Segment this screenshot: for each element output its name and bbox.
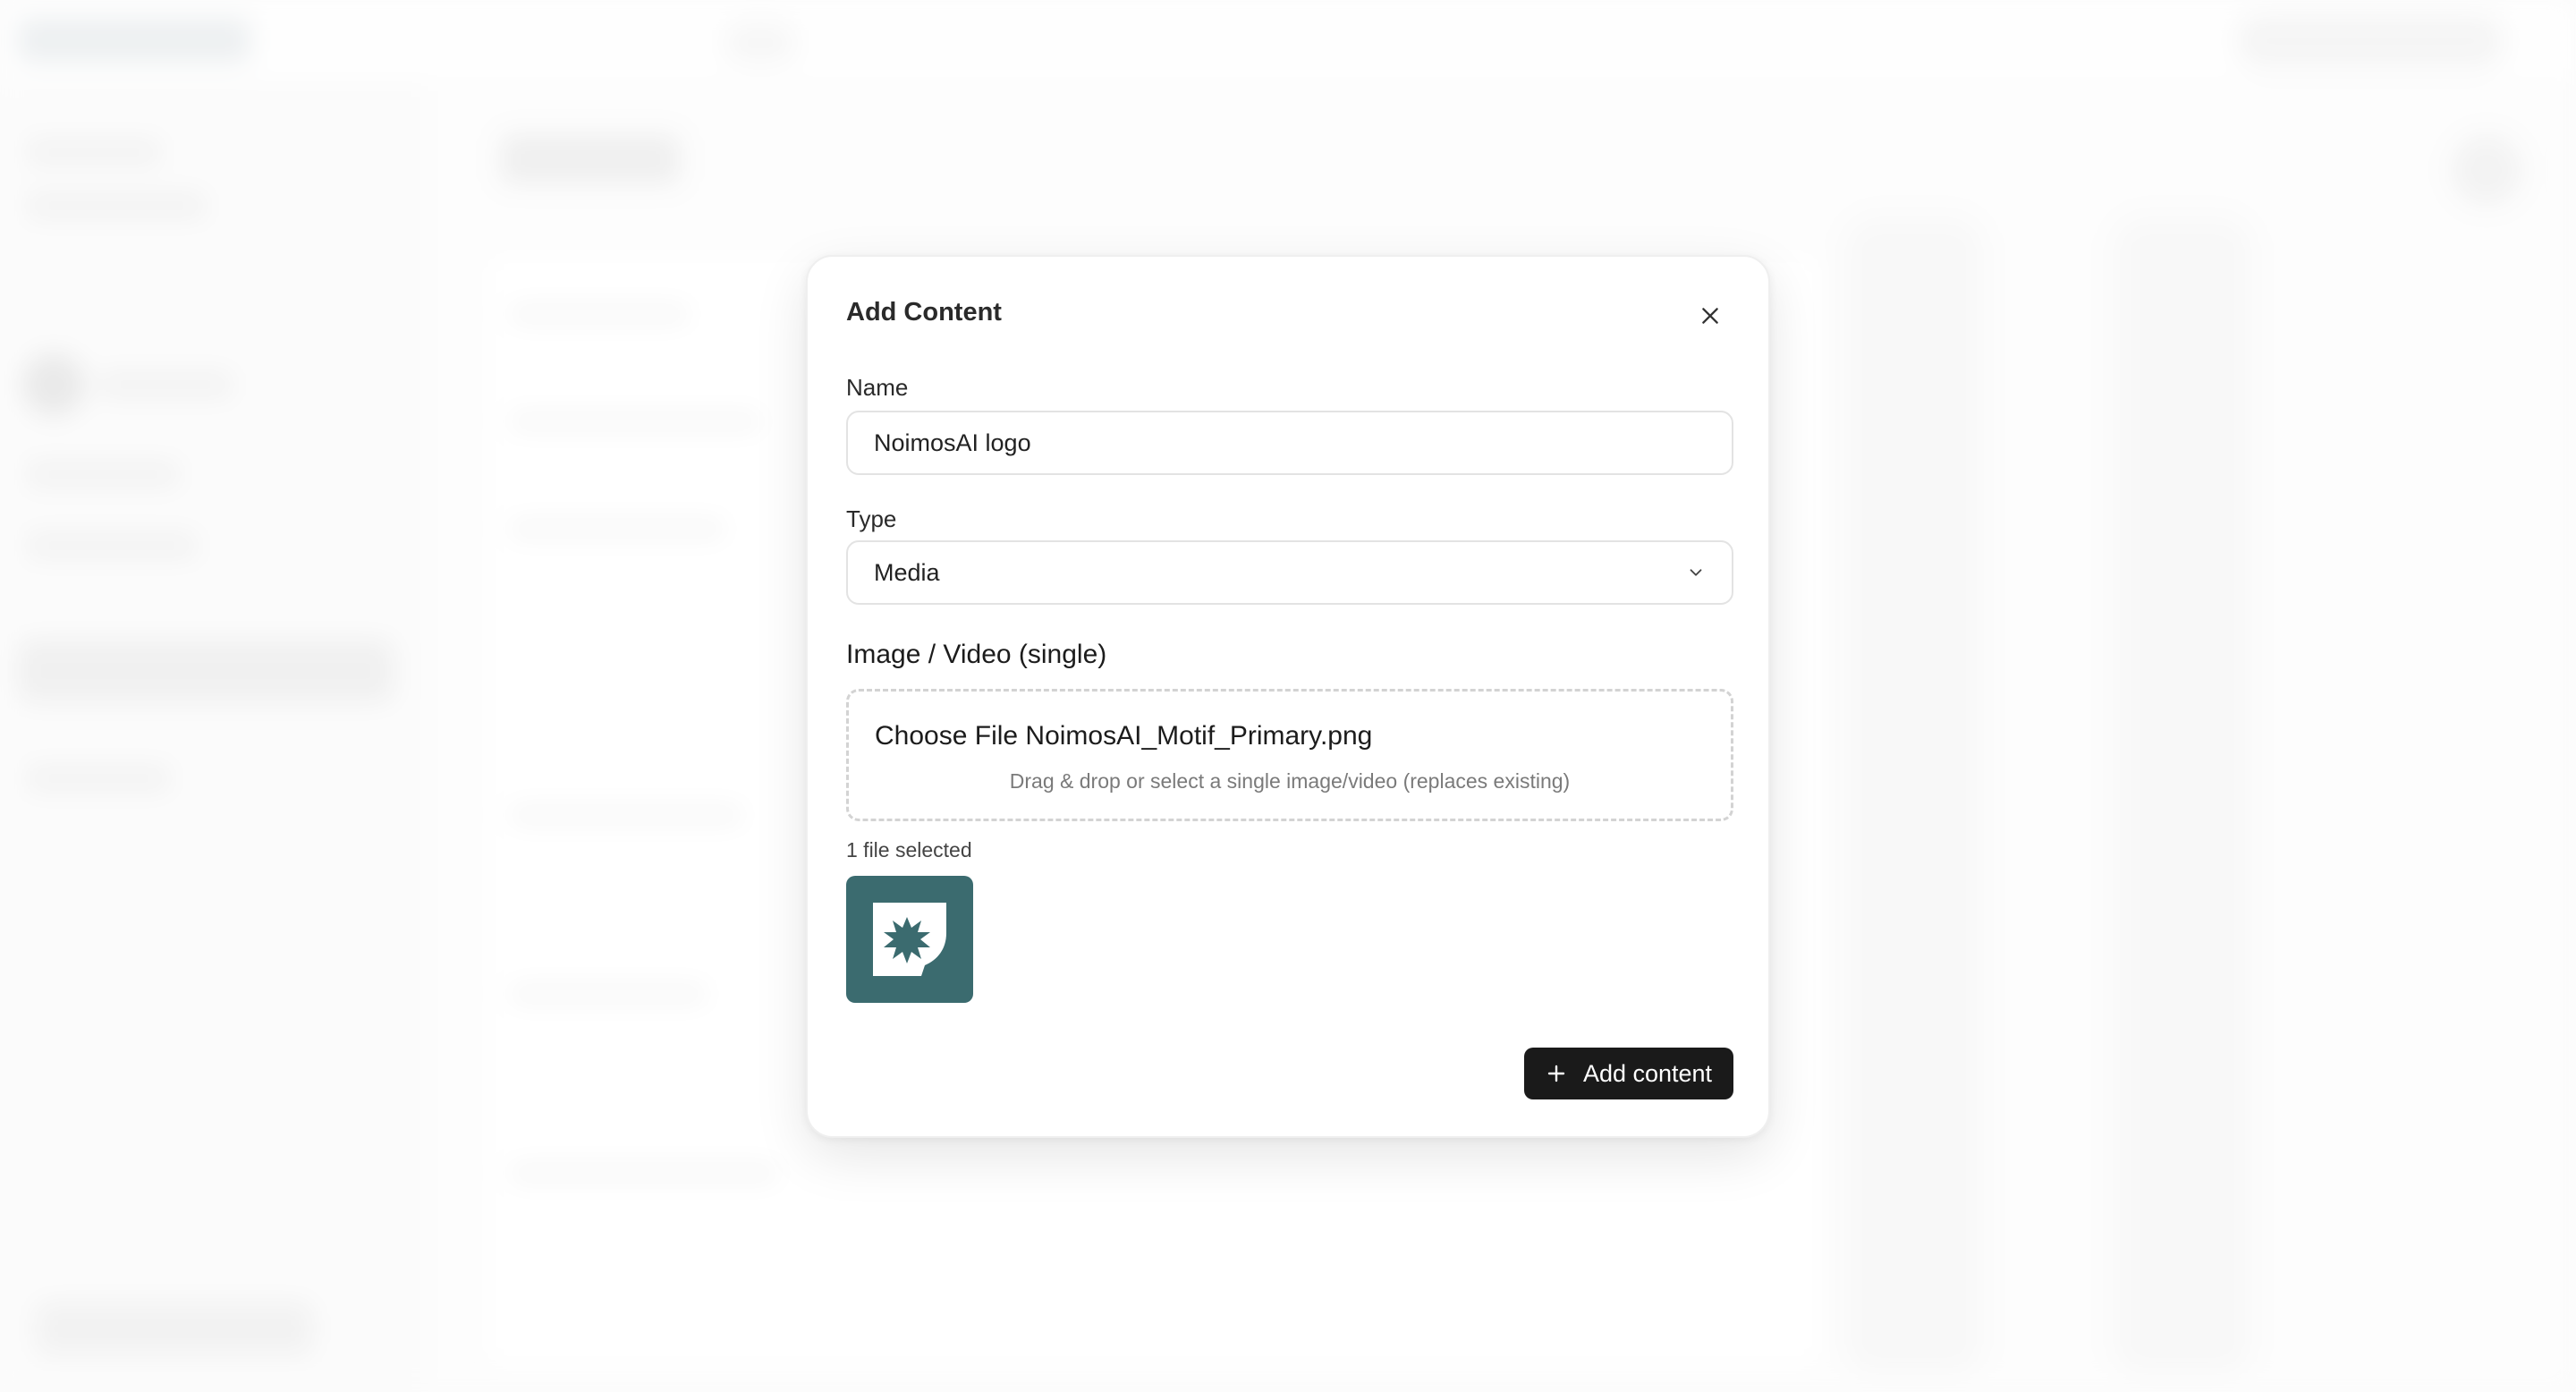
chevron-down-icon	[1690, 569, 1702, 576]
name-input[interactable]	[846, 411, 1733, 475]
dropzone-hint: Drag & drop or select a single image/vid…	[1009, 769, 1571, 793]
type-label: Type	[846, 505, 897, 532]
name-label: Name	[846, 374, 909, 401]
file-input-line: Choose File NoimosAI_Motif_Primary.png	[875, 721, 1372, 751]
add-content-button[interactable]: Add content	[1524, 1048, 1733, 1099]
file-dropzone[interactable]: Choose File NoimosAI_Motif_Primary.png D…	[846, 689, 1733, 821]
close-icon	[1702, 308, 1718, 324]
noimosai-logo-icon	[873, 903, 946, 976]
upload-section-title: Image / Video (single)	[846, 640, 1107, 669]
add-content-button-label: Add content	[1582, 1059, 1713, 1087]
add-content-dialog: Add Content Name Type Media Image / Vide…	[806, 255, 1770, 1138]
dialog-title: Add Content	[846, 298, 1002, 327]
type-select-value: Media	[874, 558, 940, 586]
type-select[interactable]: Media	[846, 540, 1733, 605]
plus-icon	[1547, 1065, 1565, 1082]
file-preview-thumbnail	[846, 876, 973, 1003]
selected-file-name: NoimosAI_Motif_Primary.png	[1025, 721, 1373, 751]
close-button[interactable]	[1688, 293, 1733, 338]
file-count-text: 1 file selected	[846, 838, 972, 862]
choose-file-button[interactable]: Choose File	[875, 721, 1018, 751]
